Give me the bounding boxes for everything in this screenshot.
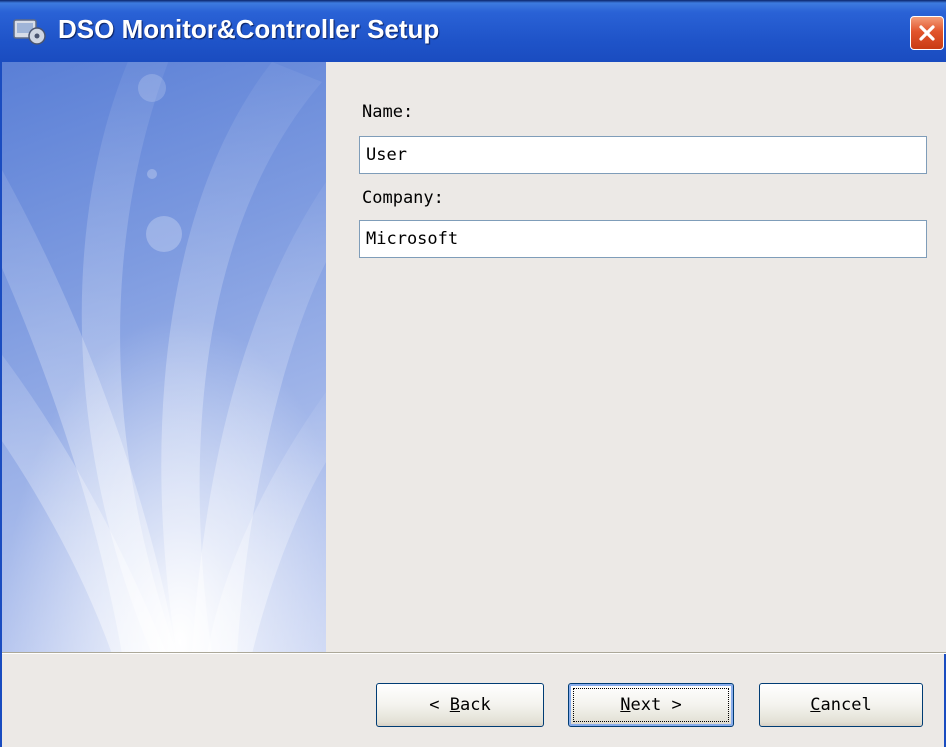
cancel-button-accelerator: C	[810, 695, 821, 715]
cancel-button-label: ancel	[820, 695, 872, 715]
wizard-banner-image	[2, 62, 326, 654]
close-button[interactable]	[910, 16, 944, 50]
focus-rectangle	[573, 688, 729, 722]
banner-artwork	[2, 62, 326, 654]
back-button-accelerator: B	[449, 695, 460, 715]
setup-window: DSO Monitor&Controller Setup Name: User …	[0, 0, 946, 747]
name-input[interactable]	[359, 136, 927, 174]
window-title: DSO Monitor&Controller Setup	[58, 14, 440, 44]
back-button[interactable]: < Back	[376, 683, 544, 727]
name-label: Name:	[362, 102, 414, 122]
cancel-button[interactable]: Cancel	[759, 683, 923, 727]
setup-installer-icon	[13, 19, 46, 45]
company-label: Company:	[362, 188, 444, 208]
next-button[interactable]: Next >	[568, 683, 734, 727]
close-icon	[919, 25, 935, 41]
back-button-arrow: <	[429, 695, 450, 715]
wizard-content-panel: Name: Company:	[326, 62, 946, 654]
back-button-label: ack	[460, 695, 491, 715]
footer-divider	[2, 652, 946, 654]
company-input[interactable]	[359, 220, 927, 258]
title-bar[interactable]: DSO Monitor&Controller Setup	[0, 0, 946, 62]
